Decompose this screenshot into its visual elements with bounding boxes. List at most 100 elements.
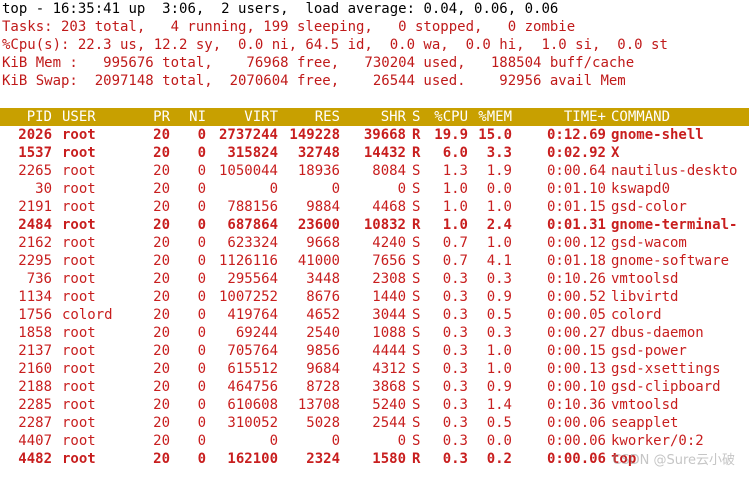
cell-ni: 0	[197, 127, 206, 143]
process-row[interactable]: 1134 root 20 0 1007252 8676 1440 S 0.3 0.9 0:00.52…	[0, 288, 749, 306]
process-row[interactable]: 2287 root 20 0 310052 5028 2544 S 0.3 0.5 0:00.06 s…	[0, 414, 749, 432]
cell-shr: 0	[397, 181, 406, 197]
cell-shr: 0	[397, 433, 406, 449]
cell-virt: 310052	[227, 415, 278, 431]
cell-s: R	[412, 451, 421, 467]
process-row[interactable]: 2295 root 20 0 1126116 41000 7656 S 0.7 4.1 0:01.1…	[0, 252, 749, 270]
cell-user: root	[62, 163, 96, 179]
cell-res: 41000	[297, 253, 340, 269]
cell-s: R	[412, 217, 421, 233]
process-row[interactable]: 2026 root 20 0 2737244 149228 39668 R 19.9 15.0 0:…	[0, 126, 749, 144]
cell-cpu: 19.9	[434, 127, 468, 143]
cell-command: vmtoolsd	[611, 397, 679, 413]
cell-s: S	[412, 163, 421, 179]
process-row[interactable]: 30 root 20 0 0 0 0 S 1.0 0.0 0:01.10 kswapd0	[0, 180, 749, 198]
process-row[interactable]: 2285 root 20 0 610608 13708 5240 S 0.3 1.4 0:10.36…	[0, 396, 749, 414]
cell-pr: 20	[153, 235, 170, 251]
cell-mem: 4.1	[486, 253, 512, 269]
cell-cpu: 0.3	[442, 307, 468, 323]
cell-cpu: 1.3	[442, 163, 468, 179]
cell-s: S	[412, 307, 421, 323]
cell-command: gnome-shell	[611, 127, 704, 143]
process-row[interactable]: 1537 root 20 0 315824 32748 14432 R 6.0 3.3 0:02.9…	[0, 144, 749, 162]
cell-s: S	[412, 433, 421, 449]
cell-shr: 1580	[372, 451, 406, 467]
process-row[interactable]: 2265 root 20 0 1050044 18936 8084 S 1.3 1.9 0:00.6…	[0, 162, 749, 180]
cell-virt: 687864	[227, 217, 278, 233]
cell-time: 0:01.31	[546, 217, 606, 233]
col-shr[interactable]: SHR	[344, 108, 406, 126]
cell-command: gsd-wacom	[611, 235, 687, 251]
process-row[interactable]: 1858 root 20 0 69244 2540 1088 S 0.3 0.3 0:00.27 db…	[0, 324, 749, 342]
cell-pr: 20	[153, 451, 170, 467]
cell-mem: 0.9	[486, 289, 512, 305]
cell-mem: 1.0	[486, 361, 512, 377]
cell-cpu: 1.0	[442, 199, 468, 215]
cell-cpu: 0.3	[442, 289, 468, 305]
cell-ni: 0	[197, 163, 206, 179]
cell-cpu: 0.7	[442, 253, 468, 269]
process-row[interactable]: 2191 root 20 0 788156 9884 4468 S 1.0 1.0 0:01.15 g…	[0, 198, 749, 216]
col-time[interactable]: TIME+	[530, 108, 606, 126]
cell-s: S	[412, 253, 421, 269]
process-row[interactable]: 4407 root 20 0 0 0 0 S 0.3 0.0 0:00.06 kworker/0:2	[0, 432, 749, 450]
col-virt[interactable]: VIRT	[210, 108, 278, 126]
col-command[interactable]: COMMAND	[611, 108, 670, 126]
col-cpu[interactable]: %CPU	[426, 108, 468, 126]
cell-command: gsd-color	[611, 199, 687, 215]
col-ni[interactable]: NI	[178, 108, 206, 126]
process-row[interactable]: 1756 colord 20 0 419764 4652 3044 S 0.3 0.5 0:00.0…	[0, 306, 749, 324]
cell-res: 9884	[306, 199, 340, 215]
process-row[interactable]: 2188 root 20 0 464756 8728 3868 S 0.3 0.9 0:00.10 g…	[0, 378, 749, 396]
cell-command: gsd-xsettings	[611, 361, 721, 377]
cell-pid: 2287	[18, 415, 52, 431]
cell-command: dbus-daemon	[611, 325, 704, 341]
col-pr[interactable]: PR	[140, 108, 170, 126]
col-mem[interactable]: %MEM	[470, 108, 512, 126]
cell-virt: 315824	[227, 145, 278, 161]
cell-pid: 2265	[18, 163, 52, 179]
cell-time: 0:00.06	[546, 451, 606, 467]
cell-s: R	[412, 127, 421, 143]
process-row[interactable]: 2160 root 20 0 615512 9684 4312 S 0.3 1.0 0:00.13 g…	[0, 360, 749, 378]
uptime-time: 16:35:41	[52, 1, 121, 17]
process-row[interactable]: 2162 root 20 0 623324 9668 4240 S 0.7 1.0 0:00.12 g…	[0, 234, 749, 252]
cell-user: root	[62, 253, 96, 269]
cell-user: root	[62, 361, 96, 377]
cell-shr: 4444	[372, 343, 406, 359]
terminal-window[interactable]: top - 16:35:41 up 3:06, 2 users, load av…	[0, 0, 749, 480]
cell-virt: 610608	[227, 397, 278, 413]
cell-user: root	[62, 235, 96, 251]
col-state[interactable]: S	[412, 108, 420, 126]
col-user[interactable]: USER	[62, 108, 96, 126]
cell-ni: 0	[197, 145, 206, 161]
cell-ni: 0	[197, 235, 206, 251]
cell-pr: 20	[153, 307, 170, 323]
cell-s: S	[412, 325, 421, 341]
cell-ni: 0	[197, 289, 206, 305]
cell-ni: 0	[197, 181, 206, 197]
process-row[interactable]: 736 root 20 0 295564 3448 2308 S 0.3 0.3 0:10.26 vm…	[0, 270, 749, 288]
cell-ni: 0	[197, 307, 206, 323]
cell-cpu: 0.7	[442, 235, 468, 251]
cell-res: 149228	[289, 127, 340, 143]
cell-time: 0:00.10	[546, 379, 606, 395]
cell-cpu: 0.3	[442, 433, 468, 449]
cell-pid: 2188	[18, 379, 52, 395]
col-pid[interactable]: PID	[0, 108, 52, 126]
cell-virt: 1050044	[218, 163, 278, 179]
cell-shr: 1440	[372, 289, 406, 305]
load-average: 0.04, 0.06, 0.06	[423, 1, 559, 17]
cell-time: 0:10.26	[546, 271, 606, 287]
cell-time: 0:10.36	[546, 397, 606, 413]
cell-pr: 20	[153, 343, 170, 359]
cell-pid: 2137	[18, 343, 52, 359]
cell-ni: 0	[197, 343, 206, 359]
col-res[interactable]: RES	[280, 108, 340, 126]
cell-pr: 20	[153, 253, 170, 269]
process-row[interactable]: 2484 root 20 0 687864 23600 10832 R 1.0 2.4 0:01.3…	[0, 216, 749, 234]
cell-virt: 162100	[227, 451, 278, 467]
cell-user: root	[62, 217, 96, 233]
process-row[interactable]: 2137 root 20 0 705764 9856 4444 S 0.3 1.0 0:00.15 g…	[0, 342, 749, 360]
cell-shr: 4468	[372, 199, 406, 215]
